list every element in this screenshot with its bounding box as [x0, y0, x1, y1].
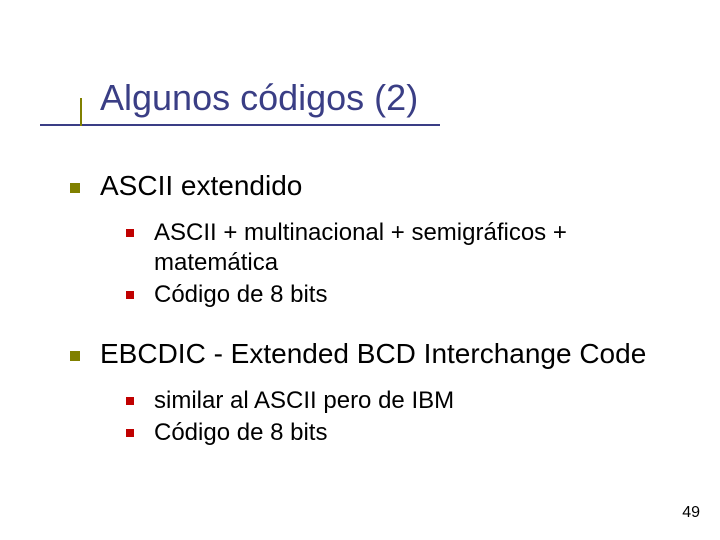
square-bullet-icon [126, 291, 134, 299]
list-item-text: similar al ASCII pero de IBM [154, 387, 454, 414]
list-item: similar al ASCII pero de IBM [126, 386, 680, 416]
page-number: 49 [682, 504, 700, 522]
slide-title: Algunos códigos (2) [100, 78, 680, 118]
square-bullet-icon [70, 183, 80, 193]
title-tick [80, 98, 82, 126]
slide-body: ASCII extendido ASCII + multinacional + … [70, 170, 680, 476]
title-underline [40, 124, 440, 126]
section-heading-text: EBCDIC - Extended BCD Interchange Code [100, 338, 646, 369]
list-item-text: Código de 8 bits [154, 419, 327, 446]
square-bullet-icon [126, 429, 134, 437]
section-items: ASCII + multinacional + semigráficos + m… [126, 218, 680, 310]
section-items: similar al ASCII pero de IBM Código de 8… [126, 386, 680, 448]
list-item-text: ASCII + multinacional + semigráficos + m… [154, 219, 567, 276]
title-area: Algunos códigos (2) [100, 78, 680, 118]
list-item-text: Código de 8 bits [154, 281, 327, 308]
square-bullet-icon [70, 351, 80, 361]
list-item: Código de 8 bits [126, 418, 680, 448]
section-heading-text: ASCII extendido [100, 170, 302, 201]
list-item: ASCII + multinacional + semigráficos + m… [126, 218, 680, 278]
square-bullet-icon [126, 229, 134, 237]
section-heading: ASCII extendido [70, 170, 680, 202]
list-item: Código de 8 bits [126, 280, 680, 310]
section-heading: EBCDIC - Extended BCD Interchange Code [70, 338, 680, 370]
slide: Algunos códigos (2) ASCII extendido ASCI… [0, 0, 720, 540]
square-bullet-icon [126, 397, 134, 405]
